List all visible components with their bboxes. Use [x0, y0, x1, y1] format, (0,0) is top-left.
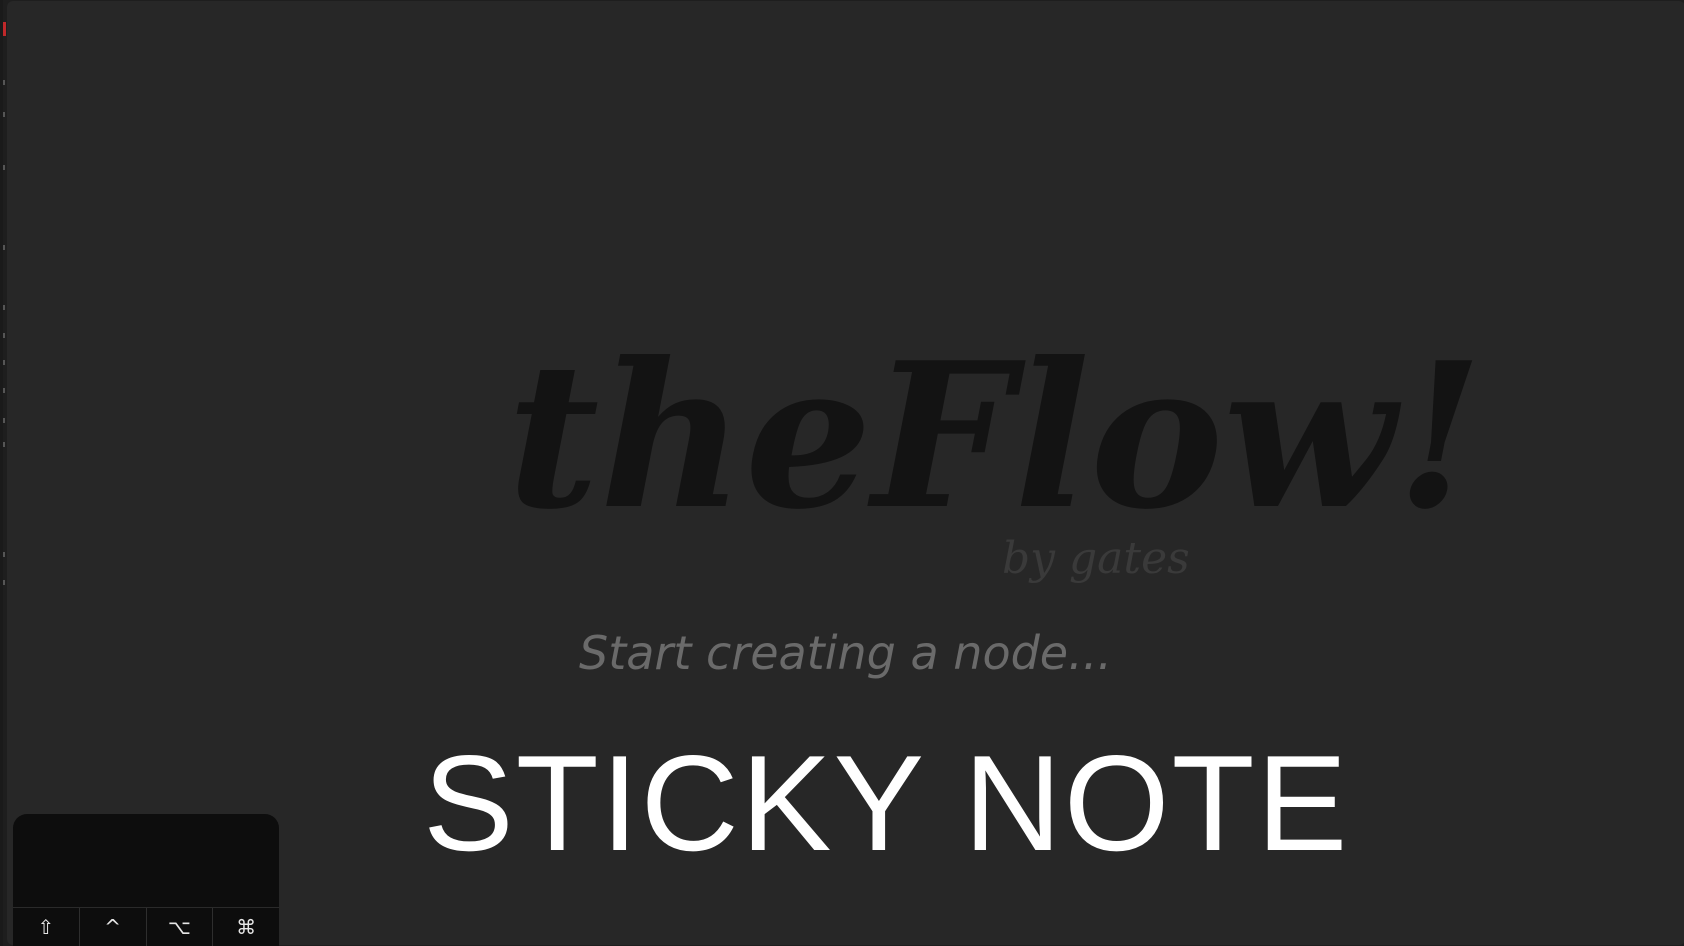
edge-tick — [3, 580, 5, 585]
red-marker — [3, 22, 6, 36]
control-icon: ^ — [104, 915, 121, 939]
modifier-keypad: ⇧ ^ ⌥ ⌘ — [13, 814, 279, 946]
command-icon: ⌘ — [236, 915, 257, 939]
shift-key[interactable]: ⇧ — [13, 908, 80, 946]
edge-tick — [3, 305, 5, 310]
edge-tick — [3, 80, 5, 85]
shift-icon: ⇧ — [37, 915, 55, 939]
edge-tick — [3, 360, 5, 365]
edge-tick — [3, 388, 5, 393]
edge-tick — [3, 112, 5, 117]
edge-tick — [3, 333, 5, 338]
modifier-key-row: ⇧ ^ ⌥ ⌘ — [13, 907, 279, 946]
edge-tick — [3, 418, 5, 423]
option-icon: ⌥ — [167, 915, 191, 939]
edge-tick — [3, 165, 5, 170]
control-key[interactable]: ^ — [80, 908, 147, 946]
edge-tick — [3, 442, 5, 447]
command-key[interactable]: ⌘ — [213, 908, 279, 946]
option-key[interactable]: ⌥ — [147, 908, 214, 946]
sticky-note-title[interactable]: STICKY NOTE — [423, 735, 1347, 871]
app-window: theFlow! by gates Start creating a node.… — [0, 0, 1684, 946]
edge-tick — [3, 552, 5, 557]
start-prompt: Start creating a node... — [579, 626, 1112, 680]
logo-title: theFlow! — [507, 319, 1483, 554]
logo-byline: by gates — [1002, 533, 1190, 584]
edge-tick — [3, 245, 5, 250]
